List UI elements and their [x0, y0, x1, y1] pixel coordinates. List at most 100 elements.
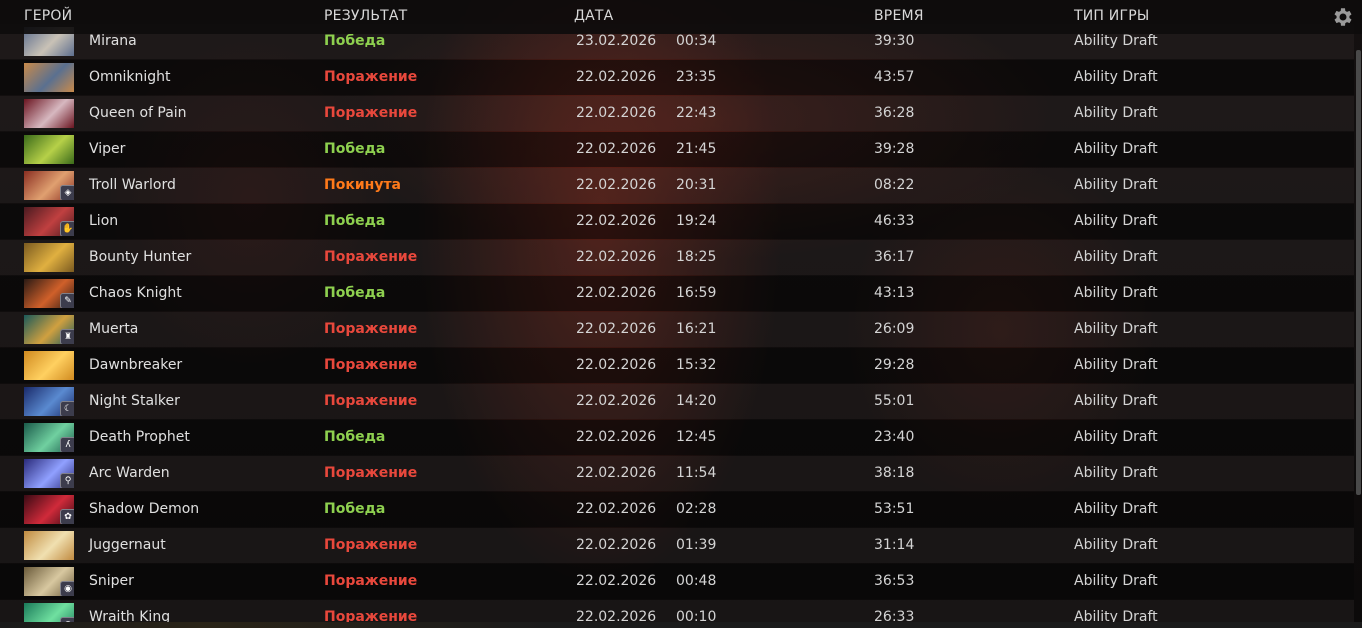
- match-start-time: 00:48: [676, 573, 717, 589]
- hero-name: Muerta: [89, 321, 139, 337]
- game-mode: Ability Draft: [1074, 69, 1158, 85]
- match-row[interactable]: ◈ Troll Warlord Покинута 22.02.2026 20:31 08:…: [0, 168, 1354, 203]
- match-date: 23.02.2026: [576, 33, 657, 49]
- match-start-time: 11:54: [676, 465, 717, 481]
- match-row[interactable]: ☾ Night Stalker Поражение 22.02.2026 14:20 55…: [0, 384, 1354, 419]
- game-mode: Ability Draft: [1074, 105, 1158, 121]
- match-result: Поражение: [324, 249, 418, 265]
- match-duration: 36:17: [874, 249, 915, 265]
- match-result: Поражение: [324, 573, 418, 589]
- match-result: Поражение: [324, 537, 418, 553]
- facet-badge-icon: ⚲: [60, 473, 74, 488]
- match-row[interactable]: Dawnbreaker Поражение 22.02.2026 15:32 29:28…: [0, 348, 1354, 383]
- match-row[interactable]: Bounty Hunter Поражение 22.02.2026 18:25 36:…: [0, 240, 1354, 275]
- match-duration: 55:01: [874, 393, 915, 409]
- game-mode: Ability Draft: [1074, 141, 1158, 157]
- match-start-time: 19:24: [676, 213, 717, 229]
- match-result: Победа: [324, 213, 386, 229]
- match-row[interactable]: ✋ Lion Победа 22.02.2026 19:24 46:33 Ability D…: [0, 204, 1354, 239]
- game-mode: Ability Draft: [1074, 213, 1158, 229]
- header-game-mode[interactable]: ТИП ИГРЫ: [1074, 8, 1149, 24]
- game-mode: Ability Draft: [1074, 357, 1158, 373]
- match-duration: 29:28: [874, 357, 915, 373]
- facet-badge-icon: ◈: [60, 185, 74, 200]
- match-duration: 53:51: [874, 501, 915, 517]
- table-header: ГЕРОЙ РЕЗУЛЬТАТ ДАТА ВРЕМЯ ТИП ИГРЫ: [0, 0, 1362, 34]
- header-duration[interactable]: ВРЕМЯ: [874, 8, 924, 24]
- match-result: Поражение: [324, 69, 418, 85]
- match-row[interactable]: Viper Победа 22.02.2026 21:45 39:28 Ability D…: [0, 132, 1354, 167]
- match-start-time: 16:21: [676, 321, 717, 337]
- hero-portrait: ☾: [24, 387, 74, 416]
- facet-badge-icon: ✎: [60, 293, 74, 308]
- match-start-time: 02:28: [676, 501, 717, 517]
- match-date: 22.02.2026: [576, 105, 657, 121]
- header-result[interactable]: РЕЗУЛЬТАТ: [324, 8, 407, 24]
- facet-badge-icon: ◉: [60, 581, 74, 596]
- match-start-time: 23:35: [676, 69, 717, 85]
- match-duration: 38:18: [874, 465, 915, 481]
- facet-badge-icon: ✿: [60, 509, 74, 524]
- hero-name: Night Stalker: [89, 393, 180, 409]
- game-mode: Ability Draft: [1074, 429, 1158, 445]
- hero-portrait: ⚲: [24, 459, 74, 488]
- match-row[interactable]: ʎ Death Prophet Победа 22.02.2026 12:45 23:40…: [0, 420, 1354, 455]
- match-duration: 26:09: [874, 321, 915, 337]
- hero-name: Bounty Hunter: [89, 249, 192, 265]
- match-date: 22.02.2026: [576, 141, 657, 157]
- facet-badge-icon: ☾: [60, 401, 74, 416]
- match-row[interactable]: Juggernaut Поражение 22.02.2026 01:39 31:14 A…: [0, 528, 1354, 563]
- match-duration: 43:13: [874, 285, 915, 301]
- match-row[interactable]: ♜ Muerta Поражение 22.02.2026 16:21 26:09 Abil…: [0, 312, 1354, 347]
- game-mode: Ability Draft: [1074, 33, 1158, 49]
- match-start-time: 12:45: [676, 429, 717, 445]
- match-row[interactable]: ◉ Sniper Поражение 22.02.2026 00:48 36:53 Abil…: [0, 564, 1354, 599]
- header-hero[interactable]: ГЕРОЙ: [24, 8, 72, 24]
- match-duration: 39:28: [874, 141, 915, 157]
- hero-portrait: [24, 351, 74, 380]
- match-date: 22.02.2026: [576, 357, 657, 373]
- hero-name: Chaos Knight: [89, 285, 182, 301]
- match-date: 22.02.2026: [576, 573, 657, 589]
- facet-badge-icon: ♜: [60, 329, 74, 344]
- hero-portrait: ◈: [24, 171, 74, 200]
- hero-portrait: [24, 99, 74, 128]
- hero-name: Queen of Pain: [89, 105, 187, 121]
- game-mode: Ability Draft: [1074, 501, 1158, 517]
- match-row[interactable]: Omniknight Поражение 22.02.2026 23:35 43:57 A…: [0, 60, 1354, 95]
- match-row[interactable]: ✎ Chaos Knight Победа 22.02.2026 16:59 43:13 A…: [0, 276, 1354, 311]
- match-duration: 43:57: [874, 69, 915, 85]
- match-date: 22.02.2026: [576, 321, 657, 337]
- match-result: Победа: [324, 33, 386, 49]
- match-result: Победа: [324, 429, 386, 445]
- match-result: Победа: [324, 501, 386, 517]
- match-result: Победа: [324, 141, 386, 157]
- match-result: Поражение: [324, 357, 418, 373]
- match-row[interactable]: ✿ Shadow Demon Победа 22.02.2026 02:28 53:51 A…: [0, 492, 1354, 527]
- match-duration: 39:30: [874, 33, 915, 49]
- match-row[interactable]: Queen of Pain Поражение 22.02.2026 22:43 36:…: [0, 96, 1354, 131]
- hero-name: Omniknight: [89, 69, 171, 85]
- match-start-time: 00:34: [676, 33, 717, 49]
- match-date: 22.02.2026: [576, 177, 657, 193]
- match-start-time: 18:25: [676, 249, 717, 265]
- match-duration: 31:14: [874, 537, 915, 553]
- match-result: Поражение: [324, 321, 418, 337]
- match-duration: 46:33: [874, 213, 915, 229]
- match-date: 22.02.2026: [576, 537, 657, 553]
- match-row[interactable]: ⚲ Arc Warden Поражение 22.02.2026 11:54 38:18…: [0, 456, 1354, 491]
- hero-portrait: ◉: [24, 567, 74, 596]
- hero-portrait: [24, 243, 74, 272]
- match-result: Покинута: [324, 177, 402, 193]
- match-history-list[interactable]: Mirana Победа 23.02.2026 00:34 39:30 Ability …: [0, 24, 1354, 628]
- header-date[interactable]: ДАТА: [574, 8, 613, 24]
- gear-icon[interactable]: [1330, 5, 1354, 29]
- game-mode: Ability Draft: [1074, 573, 1158, 589]
- hero-portrait: [24, 63, 74, 92]
- scrollbar-thumb[interactable]: [1356, 50, 1361, 495]
- match-date: 22.02.2026: [576, 429, 657, 445]
- match-result: Поражение: [324, 465, 418, 481]
- match-start-time: 14:20: [676, 393, 717, 409]
- hero-name: Mirana: [89, 33, 137, 49]
- hero-name: Sniper: [89, 573, 134, 589]
